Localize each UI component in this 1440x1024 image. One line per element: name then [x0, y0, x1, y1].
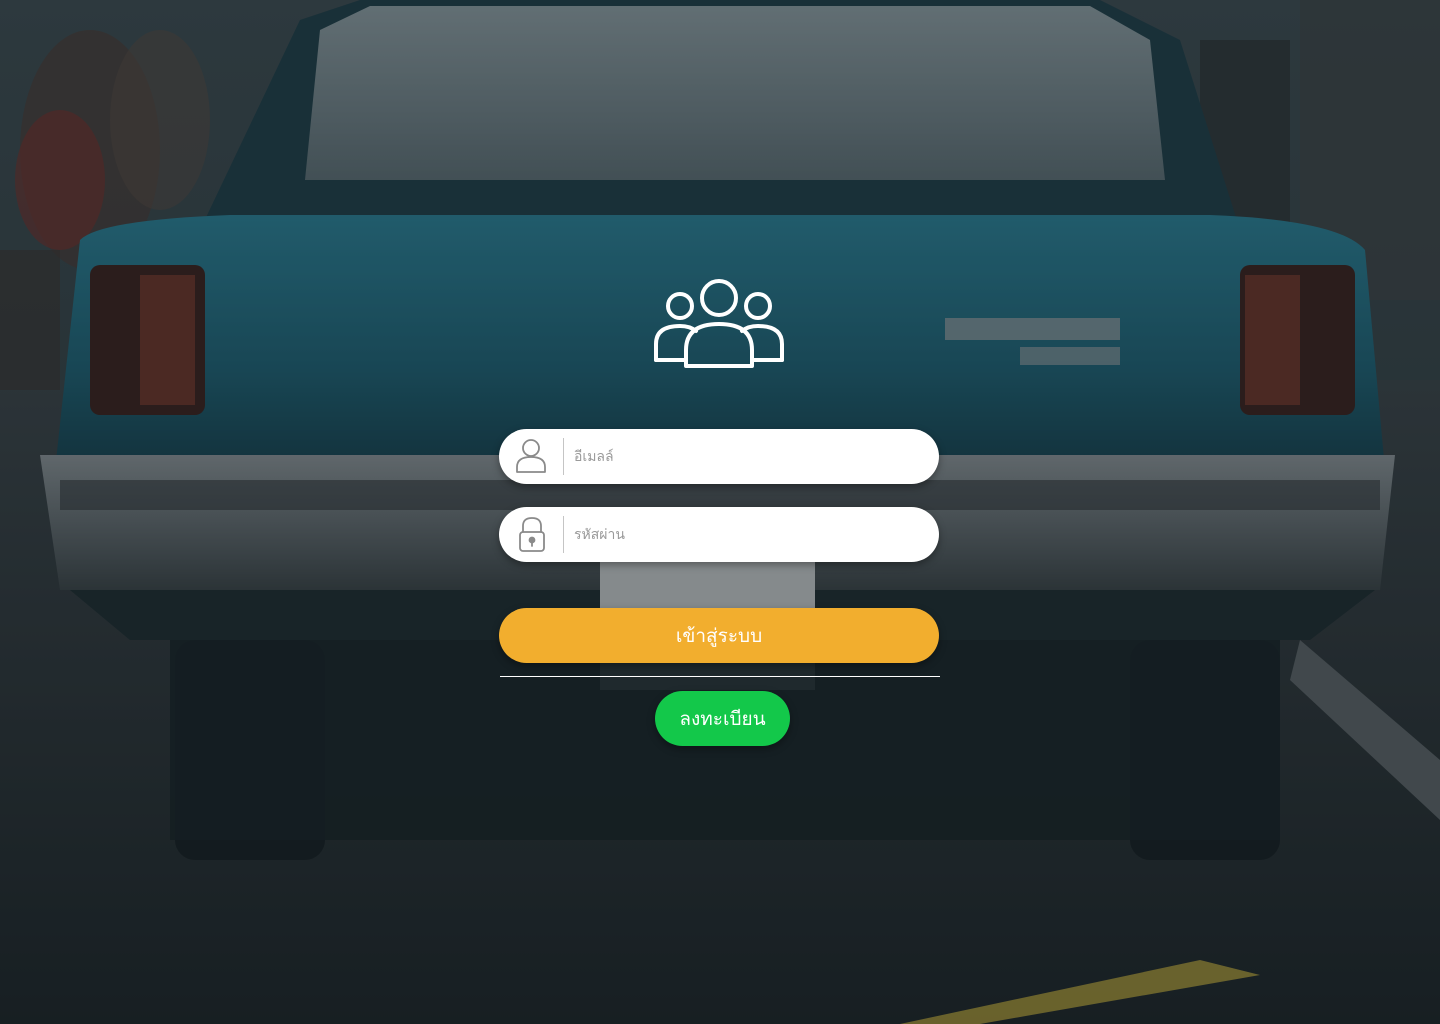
register-button[interactable]: ลงทะเบียน: [655, 691, 790, 746]
divider: [500, 676, 940, 677]
password-input[interactable]: [574, 507, 914, 562]
field-separator: [563, 516, 564, 553]
user-group-icon: [654, 279, 784, 368]
password-field[interactable]: [499, 507, 939, 562]
login-button[interactable]: เข้าสู่ระบบ: [499, 608, 939, 663]
user-icon: [516, 439, 546, 473]
lock-icon: [519, 517, 545, 552]
login-panel: เข้าสู่ระบบ ลงทะเบียน: [0, 0, 1440, 1024]
email-input[interactable]: [574, 429, 914, 484]
email-field[interactable]: [499, 429, 939, 484]
field-separator: [563, 438, 564, 475]
